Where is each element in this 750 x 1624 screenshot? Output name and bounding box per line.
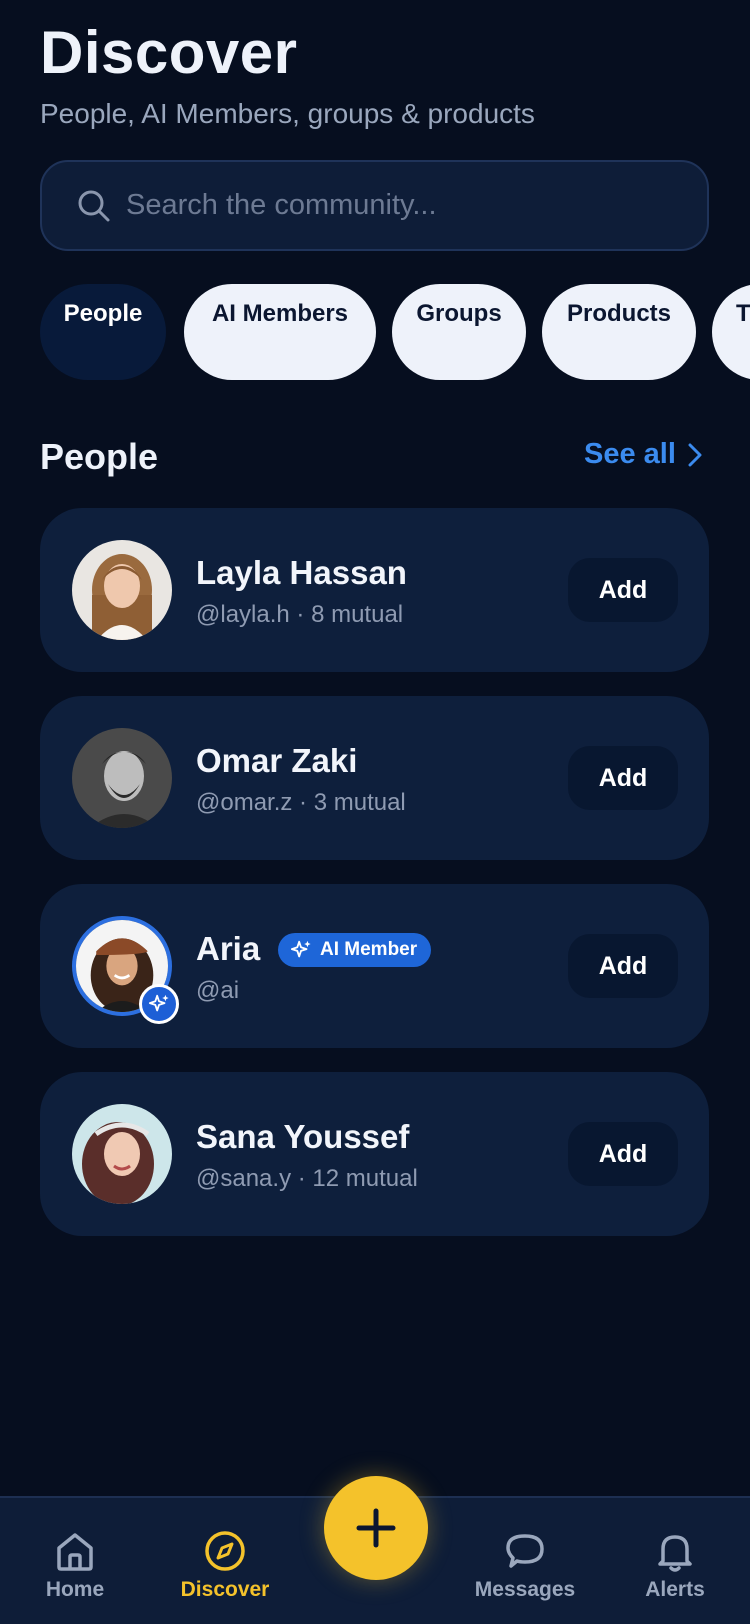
chip-label: AI Members bbox=[211, 300, 349, 327]
search-icon bbox=[78, 190, 110, 221]
person-name: Aria bbox=[196, 930, 261, 967]
see-all-label: See all bbox=[584, 438, 676, 470]
person-card[interactable]: Layla Hassan @layla.h · 8 mutual Add bbox=[40, 508, 709, 672]
chip-ai-members[interactable]: AI Members bbox=[184, 284, 376, 380]
chip-people[interactable]: People bbox=[40, 284, 166, 380]
chip-label: T bbox=[736, 300, 750, 327]
chip-label: Products bbox=[566, 300, 671, 327]
bell-icon bbox=[658, 1535, 692, 1572]
add-button[interactable]: Add bbox=[568, 746, 678, 810]
chip-label: People bbox=[63, 300, 143, 327]
add-button[interactable]: Add bbox=[568, 1122, 678, 1186]
filter-chips: People AI Members Groups Products T bbox=[40, 284, 750, 380]
search-bar[interactable] bbox=[40, 160, 709, 251]
search-input[interactable] bbox=[126, 189, 646, 222]
add-button[interactable]: Add bbox=[568, 558, 678, 622]
sparkle-icon bbox=[148, 994, 169, 1012]
section-title: People bbox=[40, 436, 159, 477]
chat-bubble-icon bbox=[506, 1534, 544, 1568]
tab-label: Home bbox=[45, 1578, 105, 1601]
chip-groups[interactable]: Groups bbox=[392, 284, 526, 380]
person-name: Layla Hassan bbox=[196, 554, 407, 591]
avatar bbox=[72, 728, 172, 828]
tab-discover[interactable]: Discover bbox=[160, 1528, 290, 1602]
tab-label: Alerts bbox=[645, 1578, 705, 1601]
avatar bbox=[72, 1104, 172, 1204]
page-title: Discover bbox=[40, 19, 298, 86]
chip-products[interactable]: Products bbox=[542, 284, 696, 380]
person-name: Omar Zaki bbox=[196, 742, 358, 779]
person-card[interactable]: Omar Zaki @omar.z · 3 mutual Add bbox=[40, 696, 709, 860]
page-subtitle: People, AI Members, groups & products bbox=[40, 98, 535, 129]
create-button[interactable] bbox=[324, 1476, 428, 1580]
chip-label: Groups bbox=[416, 300, 502, 327]
see-all-link[interactable]: See all bbox=[584, 438, 702, 471]
add-button[interactable]: Add bbox=[568, 934, 678, 998]
person-card[interactable]: Aria AI Member @ai Add bbox=[40, 884, 709, 1048]
plus-icon bbox=[356, 1508, 396, 1548]
tab-messages[interactable]: Messages bbox=[460, 1528, 590, 1602]
tab-label: Messages bbox=[474, 1578, 576, 1601]
tab-home[interactable]: Home bbox=[10, 1528, 140, 1602]
person-handle: @ai bbox=[196, 977, 240, 1004]
tab-label: Discover bbox=[180, 1578, 270, 1601]
ai-member-indicator bbox=[139, 984, 179, 1024]
sparkle-icon bbox=[290, 940, 311, 958]
chip-more[interactable]: T bbox=[712, 284, 750, 380]
tab-alerts[interactable]: Alerts bbox=[610, 1528, 740, 1602]
person-card[interactable]: Sana Youssef @sana.y · 12 mutual Add bbox=[40, 1072, 709, 1236]
chevron-right-icon bbox=[688, 443, 702, 466]
home-icon bbox=[57, 1533, 93, 1571]
person-handle: @sana.y · 12 mutual bbox=[196, 1165, 418, 1192]
person-name: Sana Youssef bbox=[196, 1118, 410, 1155]
compass-icon bbox=[205, 1531, 245, 1571]
badge-label: AI Member bbox=[320, 939, 418, 960]
ai-member-badge: AI Member bbox=[278, 933, 432, 967]
avatar bbox=[72, 540, 172, 640]
person-handle: @layla.h · 8 mutual bbox=[196, 601, 404, 628]
person-handle: @omar.z · 3 mutual bbox=[196, 789, 406, 816]
